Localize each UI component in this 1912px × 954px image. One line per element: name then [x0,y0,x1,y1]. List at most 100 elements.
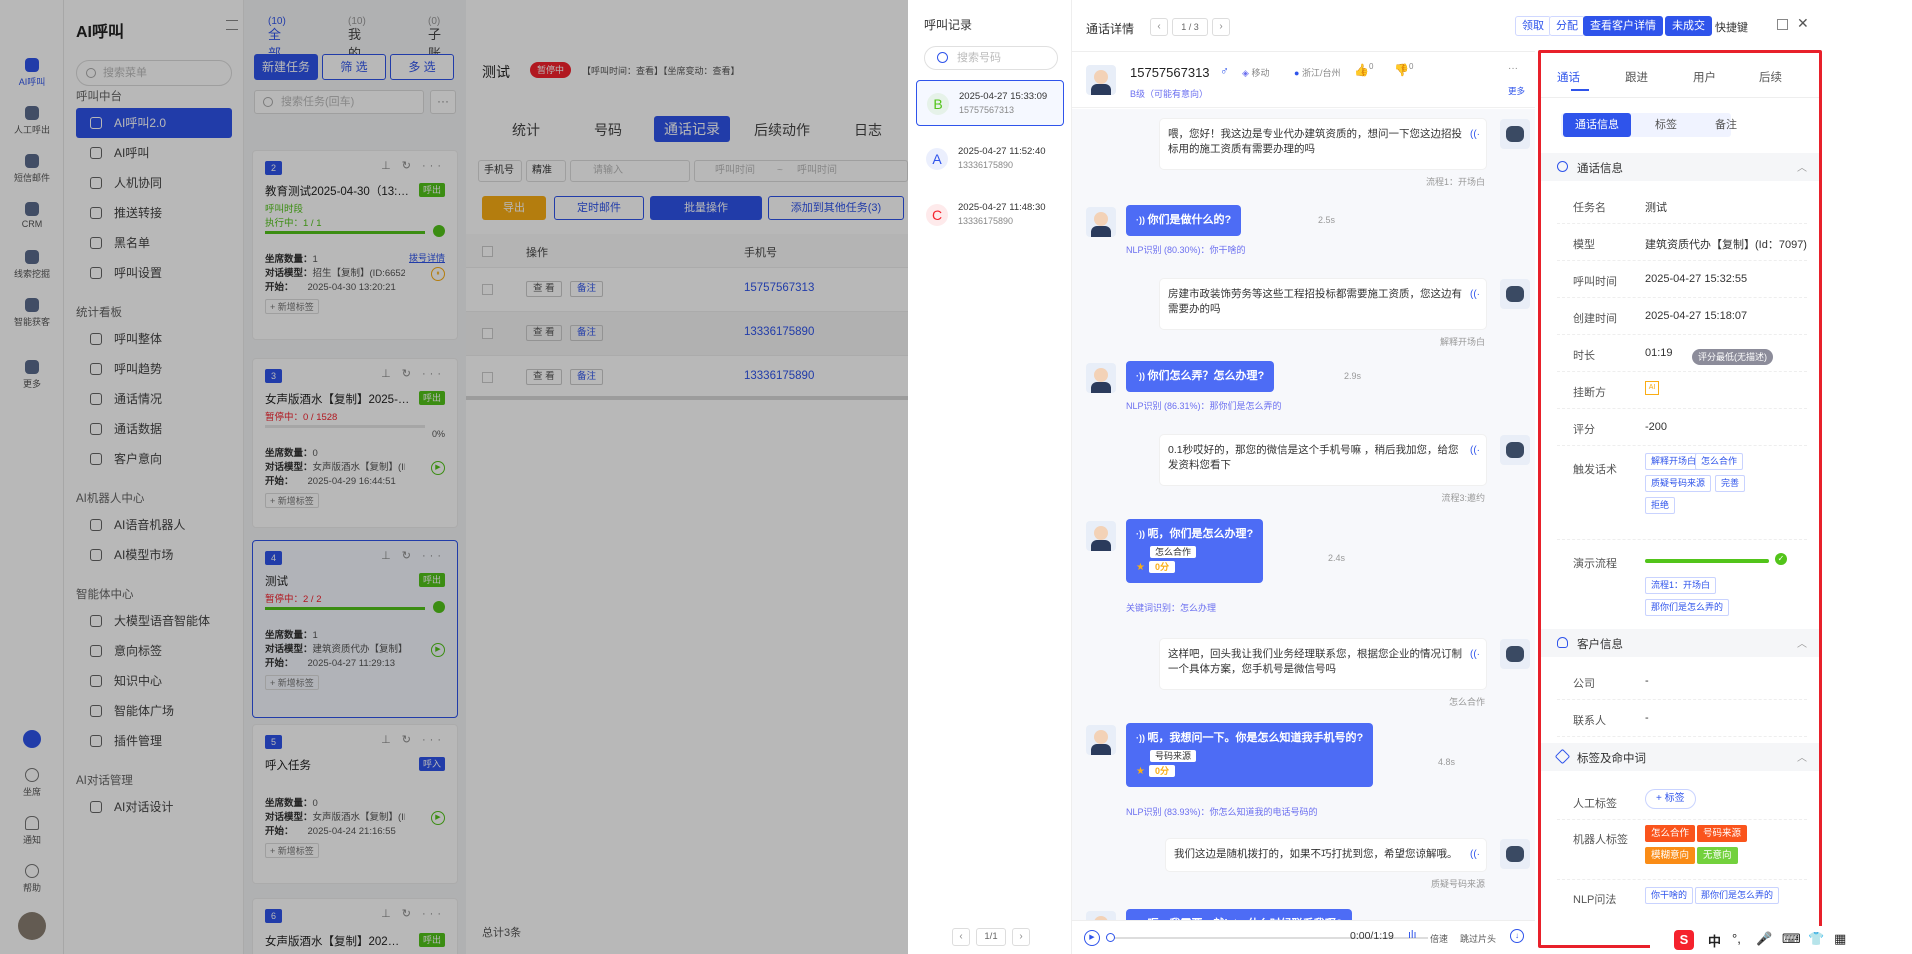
collapse-icon[interactable]: ︿ [1797,749,1807,764]
detail-segment[interactable]: 标签 [1643,113,1689,137]
table-row[interactable]: 查 看备注 13336175890 [466,312,908,356]
scheduled-mail-button[interactable]: 定时邮件 [554,196,644,220]
nav-item[interactable]: 呼叫设置 [76,258,232,288]
view-button[interactable]: 查 看 [526,281,562,297]
call-record-item[interactable]: C 2025-04-27 11:48:30 13336175890 [916,192,1064,238]
task-card[interactable]: 2 ⊥ ↻ ··· 教育测试2025-04-30（13:20） 呼出 呼叫时段 执行中：1… [252,150,458,340]
collapse-menu-icon[interactable] [226,20,238,30]
task-card-actions-icon[interactable]: ⊥ ↻ ··· [381,733,445,746]
rail-item-0[interactable]: AI呼叫 [0,58,64,88]
nav-item[interactable]: 智能体广场 [76,696,232,726]
like-icon[interactable]: 👍0 [1354,62,1373,77]
records-prev-button[interactable]: ‹ [952,928,970,946]
detail-tab[interactable]: 跟进 [1625,69,1648,85]
main-tab[interactable]: 统计 [512,120,540,140]
add-tag-button[interactable]: + 新增标签 [265,493,319,508]
records-next-button[interactable]: › [1012,928,1030,946]
nav-item[interactable]: 推送转接 [76,198,232,228]
nav-item[interactable]: 黑名单 [76,228,232,258]
shortcut-link[interactable]: 快捷键 [1715,19,1748,35]
add-tag-button[interactable]: + 标签 [1645,789,1696,809]
user-avatar[interactable] [18,912,46,940]
nav-item[interactable]: 知识中心 [76,666,232,696]
flow-chip[interactable]: 那你们是怎么弄的 [1645,599,1730,616]
nav-item[interactable]: AI呼叫2.0 [76,108,232,138]
multi-select-button[interactable]: 多 选 [390,54,454,80]
trigger-chip[interactable]: 怎么合作 [1695,453,1744,470]
nav-item[interactable]: 插件管理 [76,726,232,756]
row-phone-link[interactable]: 13336175890 [744,370,814,382]
task-card[interactable]: 6 ⊥ ↻ ··· 女声版酒水【复制】2025-04-2... 呼出 [252,898,458,954]
select-all-checkbox[interactable] [482,246,493,257]
call-record-item[interactable]: B 2025-04-27 15:33:09 15757567313 [916,80,1064,126]
section-customer-info[interactable]: 客户信息 ︿ [1541,629,1819,657]
more-link[interactable]: 更多 [1508,85,1525,97]
nlp-tag-chip[interactable]: 那你们是怎么弄的 [1695,887,1780,904]
row-phone-link[interactable]: 15757567313 [744,282,814,294]
rail-item-5[interactable]: 智能获客 [0,298,64,328]
row-checkbox[interactable] [482,284,493,295]
download-icon[interactable]: ↓ [1510,929,1524,943]
rail-item-4[interactable]: 线索挖掘 [0,250,64,280]
claim-button[interactable]: 领取 [1515,16,1551,36]
section-tags[interactable]: 标签及命中词 ︿ [1541,743,1819,771]
nav-item[interactable]: AI对话设计 [76,792,232,822]
robot-tag-chip[interactable]: 号码来源 [1697,825,1748,842]
note-button[interactable]: 备注 [570,369,604,385]
call-record-item[interactable]: A 2025-04-27 11:52:40 13336175890 [916,136,1064,182]
ime-mode[interactable]: 中 [1708,931,1721,950]
robot-tag-chip[interactable]: 无意向 [1697,847,1738,864]
flow-chip[interactable]: 流程1：开场白 [1645,577,1717,594]
table-row[interactable]: 查 看备注 15757567313 [466,268,908,312]
nav-search-input[interactable]: 搜索菜单 [76,60,232,86]
detail-tab[interactable]: 用户 [1693,69,1716,85]
maximize-icon[interactable] [1777,19,1788,30]
call-time-range[interactable]: 呼叫时间 ~ 呼叫时间 [694,160,908,182]
rail-item-6[interactable]: 更多 [0,360,64,390]
audio-icon[interactable]: ((· [1470,443,1480,458]
detail-segment[interactable]: 备注 [1703,113,1749,137]
toolbox-icon[interactable]: ▦ [1834,931,1846,947]
nav-item[interactable]: 意向标签 [76,636,232,666]
prev-call-button[interactable]: ‹ [1150,18,1168,36]
assign-button[interactable]: 分配 [1549,16,1585,36]
detail-tab[interactable]: 通话 [1557,69,1580,85]
nav-item[interactable]: 通话数据 [76,414,232,444]
collapse-icon[interactable]: ︿ [1797,159,1807,174]
row-checkbox[interactable] [482,328,493,339]
microphone-icon[interactable]: 🎤 [1756,931,1772,947]
more-options-button[interactable]: ··· [430,90,456,114]
rail-item-2[interactable]: 短信邮件 [0,154,64,184]
task-card-actions-icon[interactable]: ⊥ ↻ ··· [381,549,445,562]
audio-icon[interactable]: ((· [1470,847,1480,862]
trigger-chip[interactable]: 质疑号码来源 [1645,475,1712,492]
audio-icon[interactable]: ((· [1470,287,1480,302]
user-status-icon[interactable] [0,730,64,751]
export-button[interactable]: 导出 [482,196,546,220]
view-button[interactable]: 查 看 [526,369,562,385]
task-card-actions-icon[interactable]: ⊥ ↻ ··· [381,367,445,380]
rail-help[interactable]: 帮助 [0,864,64,894]
note-button[interactable]: 备注 [570,325,604,341]
add-to-other-task-button[interactable]: 添加到其他任务(3) [768,196,904,220]
note-button[interactable]: 备注 [570,281,604,297]
nav-item[interactable]: 呼叫趋势 [76,354,232,384]
trigger-chip[interactable]: 完善 [1715,475,1746,492]
task-card-actions-icon[interactable]: ⊥ ↻ ··· [381,159,445,172]
task-search-input[interactable]: 搜索任务(回车) [254,90,424,114]
robot-tag-chip[interactable]: 怎么合作 [1645,825,1696,842]
main-tab[interactable]: 后续动作 [754,120,810,140]
table-row[interactable]: 查 看备注 13336175890 [466,356,908,400]
nav-item[interactable]: AI呼叫 [76,138,232,168]
more-dots-icon[interactable]: ··· [1508,63,1518,74]
tab-all[interactable]: 全部 (10) [268,12,286,61]
skin-icon[interactable]: 👕 [1808,931,1824,947]
robot-tag-chip[interactable]: 模糊意向 [1645,847,1696,864]
view-button[interactable]: 查 看 [526,325,562,341]
speed-button[interactable]: 倍速 [1430,932,1448,945]
main-tab[interactable]: 号码 [594,120,622,140]
filter-field-select[interactable]: 手机号 [478,160,522,182]
nav-item[interactable]: 客户意向 [76,444,232,474]
nav-item[interactable]: 通话情况 [76,384,232,414]
rail-notice[interactable]: 通知 [0,816,64,846]
